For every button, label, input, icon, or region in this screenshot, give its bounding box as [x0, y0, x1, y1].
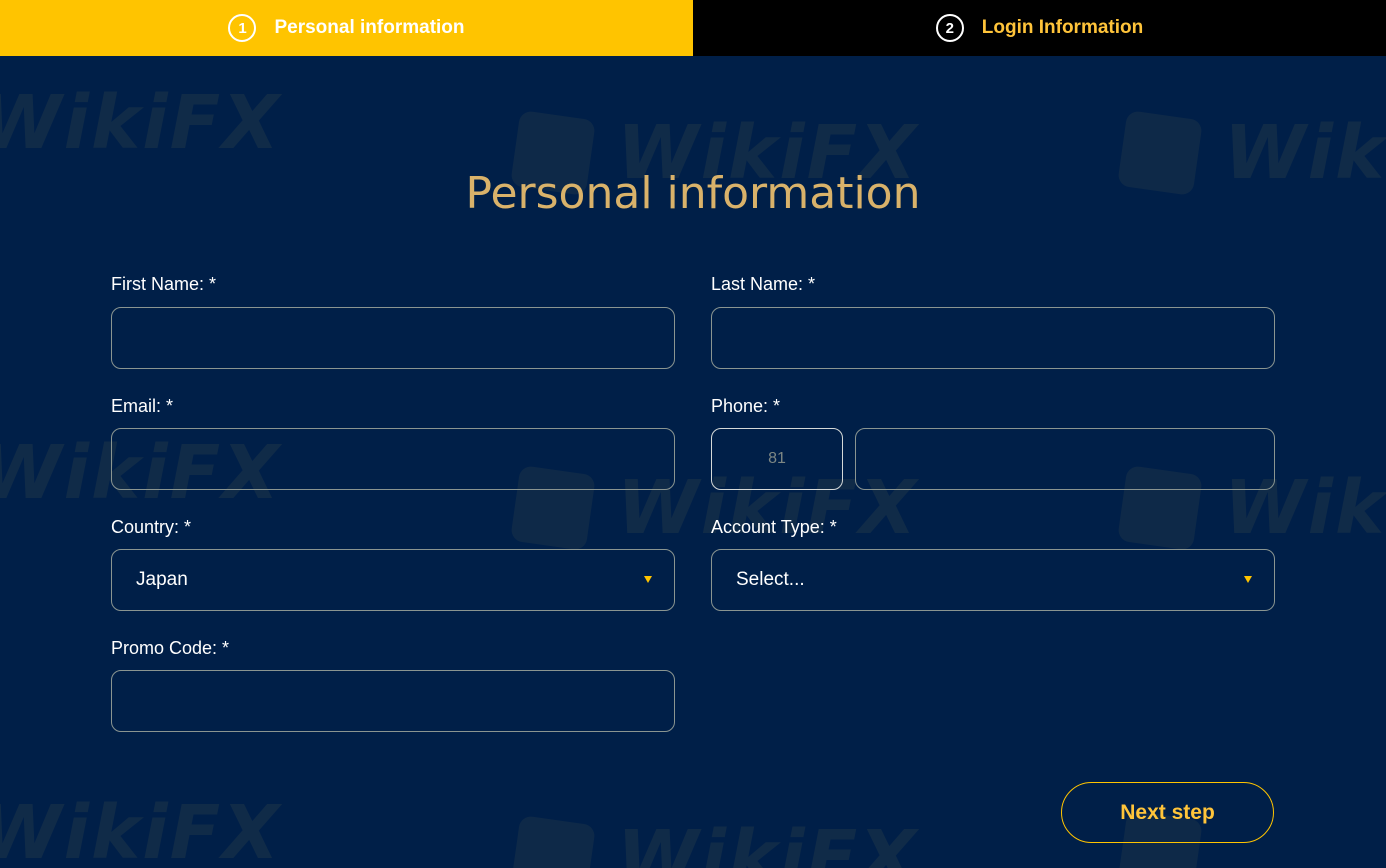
account-type-selected-value: Select...	[736, 569, 805, 590]
page-title: Personal information	[465, 168, 921, 219]
last-name-label: Last Name: *	[711, 274, 816, 294]
eagle-logo-icon	[510, 815, 596, 868]
watermark: WikiFX	[510, 815, 918, 868]
country-select[interactable]: Japan	[111, 549, 675, 611]
watermark: WikiFX	[0, 790, 282, 868]
registration-page: WikiFX WikiFX WikiFX WikiFX WikiFX WikiF…	[0, 0, 1386, 868]
step-number-badge: 2	[935, 14, 964, 42]
step-personal-information[interactable]: 1 Personal information	[0, 0, 693, 56]
email-label: Email: *	[111, 396, 174, 416]
next-step-button[interactable]: Next step	[1061, 782, 1274, 843]
caret-down-icon	[644, 576, 652, 583]
step-label: Login Information	[981, 17, 1144, 38]
step-label: Personal information	[274, 17, 465, 38]
email-field[interactable]	[111, 428, 675, 490]
account-type-select[interactable]: Select...	[711, 549, 1275, 611]
country-label: Country: *	[111, 517, 192, 537]
first-name-label: First Name: *	[111, 274, 217, 294]
phone-label: Phone: *	[711, 396, 781, 416]
first-name-field[interactable]	[111, 307, 675, 369]
country-selected-value: Japan	[136, 569, 188, 590]
phone-country-code-field[interactable]: 81	[711, 428, 843, 490]
promo-code-field[interactable]	[111, 670, 675, 732]
promo-code-label: Promo Code: *	[111, 638, 230, 658]
phone-number-field[interactable]	[855, 428, 1275, 490]
step-navigation: 1 Personal information 2 Login Informati…	[0, 0, 1386, 56]
last-name-field[interactable]	[711, 307, 1275, 369]
account-type-label: Account Type: *	[711, 517, 837, 537]
step-login-information[interactable]: 2 Login Information	[693, 0, 1386, 56]
watermark: WikiFX	[0, 80, 282, 166]
caret-down-icon	[1244, 576, 1252, 583]
step-number-badge: 1	[228, 14, 257, 42]
